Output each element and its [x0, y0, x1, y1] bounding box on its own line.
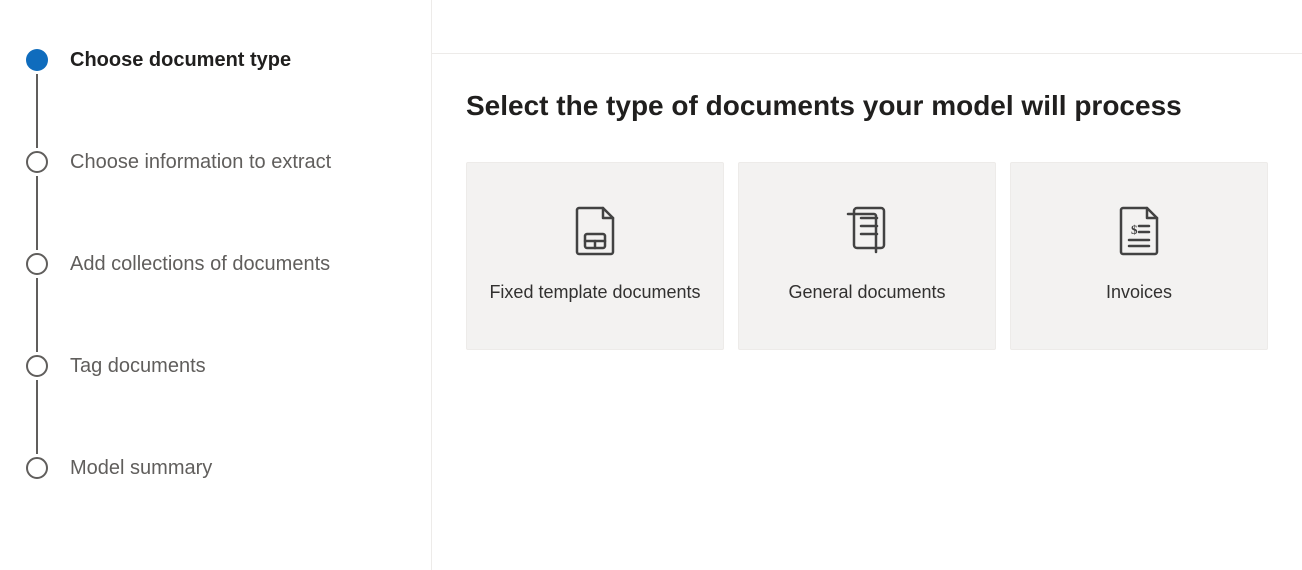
step-connector	[36, 380, 38, 454]
step-choose-information[interactable]: Choose information to extract	[26, 150, 411, 174]
document-type-cards: Fixed template documents General documen…	[466, 162, 1268, 350]
step-tag-documents[interactable]: Tag documents	[26, 354, 411, 378]
step-label: Choose information to extract	[70, 150, 331, 174]
step-indicator-inactive-icon	[26, 253, 48, 275]
wizard-sidebar: Choose document type Choose information …	[0, 0, 432, 570]
card-label: Fixed template documents	[489, 279, 700, 306]
card-fixed-template[interactable]: Fixed template documents	[466, 162, 724, 350]
step-connector	[36, 74, 38, 148]
step-model-summary[interactable]: Model summary	[26, 456, 411, 480]
step-connector	[36, 176, 38, 250]
main-content: Select the type of documents your model …	[432, 54, 1302, 386]
fixed-template-document-icon	[573, 206, 617, 261]
step-indicator-inactive-icon	[26, 355, 48, 377]
card-label: General documents	[788, 279, 945, 306]
main-content-area: Select the type of documents your model …	[432, 0, 1302, 570]
wizard-steps: Choose document type Choose information …	[26, 48, 411, 480]
step-label: Add collections of documents	[70, 252, 330, 276]
card-label: Invoices	[1106, 279, 1172, 306]
step-connector	[36, 278, 38, 352]
invoice-document-icon: $	[1117, 206, 1161, 261]
header-divider	[432, 0, 1302, 54]
step-choose-document-type[interactable]: Choose document type	[26, 48, 411, 72]
step-label: Model summary	[70, 456, 212, 480]
step-label: Tag documents	[70, 354, 206, 378]
general-documents-icon	[844, 206, 890, 261]
step-label: Choose document type	[70, 48, 291, 72]
card-general-documents[interactable]: General documents	[738, 162, 996, 350]
step-add-collections[interactable]: Add collections of documents	[26, 252, 411, 276]
step-indicator-inactive-icon	[26, 457, 48, 479]
card-invoices[interactable]: $ Invoices	[1010, 162, 1268, 350]
svg-text:$: $	[1131, 222, 1138, 237]
step-indicator-active-icon	[26, 49, 48, 71]
step-indicator-inactive-icon	[26, 151, 48, 173]
page-title: Select the type of documents your model …	[466, 90, 1268, 122]
